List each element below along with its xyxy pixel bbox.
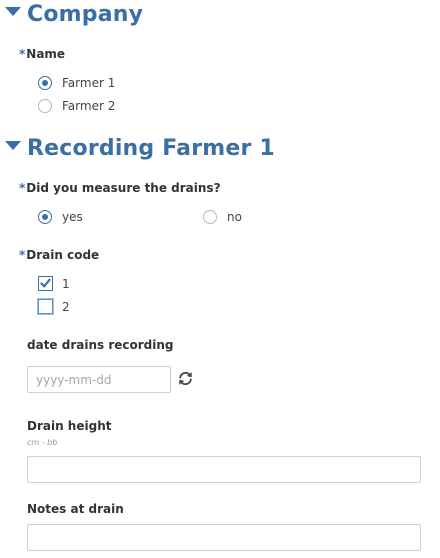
drain-height-question: Drain height (27, 419, 112, 433)
section-title: Company (27, 2, 144, 27)
radio-option-yes[interactable]: yes (38, 210, 118, 226)
drain-code-question: *Drain code (19, 248, 99, 262)
option-label: Farmer 1 (62, 76, 116, 90)
date-question: date drains recording (27, 338, 174, 352)
required-marker: * (19, 181, 26, 195)
name-question: *Name (19, 47, 65, 61)
option-label: Farmer 2 (62, 99, 116, 113)
question-label: Name (26, 47, 66, 61)
radio-option-farmer-2[interactable]: Farmer 2 (38, 99, 158, 115)
radio-button[interactable] (38, 76, 52, 90)
caret-down-icon[interactable] (4, 6, 22, 18)
required-marker: * (19, 47, 26, 61)
radio-option-no[interactable]: no (203, 210, 283, 226)
notes-question: Notes at drain (27, 502, 124, 516)
checkbox-option-1[interactable]: 1 (38, 276, 98, 292)
notes-input[interactable] (27, 524, 421, 551)
drain-height-input[interactable] (27, 456, 421, 483)
check-icon (40, 278, 51, 288)
question-label: Drain code (26, 248, 100, 262)
refresh-icon[interactable] (177, 370, 194, 387)
caret-down-icon[interactable] (4, 140, 22, 152)
section-recording-header[interactable]: Recording Farmer 1 (4, 136, 275, 164)
question-label: Did you measure the drains? (26, 181, 221, 195)
option-label: no (227, 210, 242, 224)
radio-button[interactable] (38, 210, 52, 224)
unit-hint: cm - bb (27, 438, 58, 447)
date-input[interactable] (27, 366, 171, 393)
option-label: yes (62, 210, 83, 224)
checkbox[interactable] (38, 276, 53, 291)
required-marker: * (19, 248, 26, 262)
section-company-header[interactable]: Company (4, 2, 184, 30)
section-title: Recording Farmer 1 (27, 136, 275, 161)
radio-button[interactable] (38, 99, 52, 113)
measured-question: *Did you measure the drains? (19, 181, 221, 195)
checkbox[interactable] (38, 299, 53, 314)
radio-button[interactable] (203, 210, 217, 224)
option-label: 2 (62, 300, 70, 314)
checkbox-option-2[interactable]: 2 (38, 299, 98, 315)
option-label: 1 (62, 277, 70, 291)
radio-option-farmer-1[interactable]: Farmer 1 (38, 76, 158, 92)
